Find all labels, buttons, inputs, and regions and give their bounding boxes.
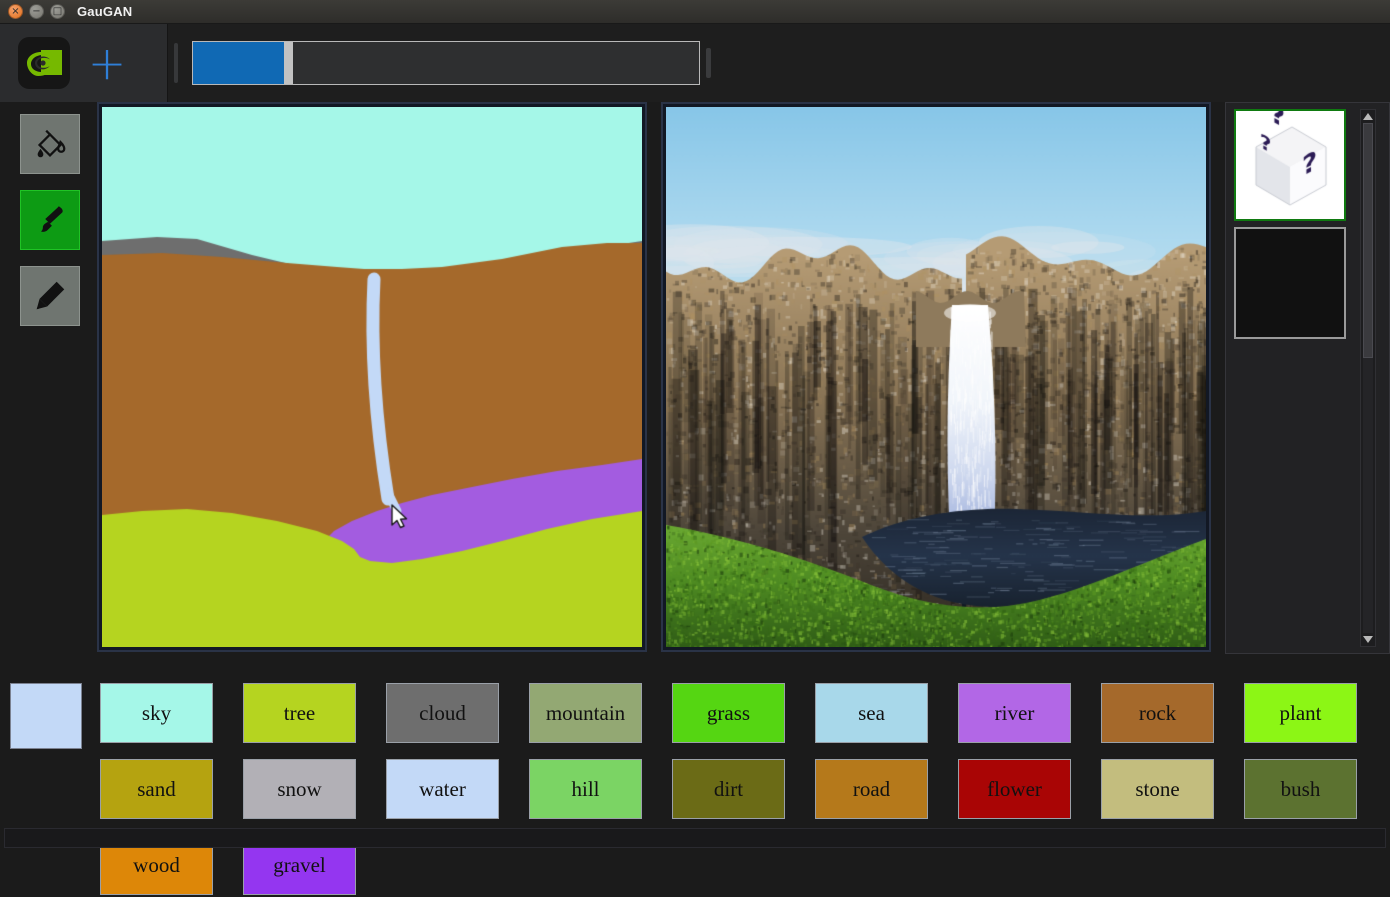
palette-swatch-label: sea	[858, 700, 885, 725]
slider-fill	[193, 42, 285, 84]
style-thumbnail-panel	[1225, 102, 1390, 654]
palette-swatch-label: river	[994, 700, 1035, 725]
style-sunset-coast-image	[1236, 229, 1345, 337]
style-thumbnail-list[interactable]	[1234, 109, 1352, 647]
window-maximize-button[interactable]: □	[50, 4, 65, 19]
palette-swatch-label: hill	[571, 776, 600, 801]
scrollbar-thumb[interactable]	[1363, 123, 1374, 358]
palette-swatch-water[interactable]: water	[386, 759, 499, 819]
nvidia-eye-logo-icon	[18, 37, 70, 89]
scrollbar-track[interactable]	[1363, 123, 1374, 633]
palette-swatch-bush[interactable]: bush	[1244, 759, 1357, 819]
current-color-indicator[interactable]	[10, 683, 82, 749]
toolbar-divider	[174, 43, 178, 83]
output-canvas-frame	[661, 102, 1212, 652]
palette-swatch-sky[interactable]: sky	[100, 683, 213, 743]
palette-swatch-label: snow	[277, 776, 322, 801]
window-title: GauGAN	[77, 4, 133, 19]
toolbar-left-group: +	[0, 24, 168, 102]
palette-swatch-dirt[interactable]: dirt	[672, 759, 785, 819]
window-titlebar: × − □ GauGAN	[0, 0, 1390, 24]
palette-swatch-stone[interactable]: stone	[1101, 759, 1214, 819]
window-close-button[interactable]: ×	[8, 4, 23, 19]
paint-bucket-tool[interactable]	[20, 114, 80, 174]
scroll-down-arrow-icon[interactable]	[1363, 636, 1374, 643]
palette-swatch-grass[interactable]: grass	[672, 683, 785, 743]
random-style-image	[1236, 111, 1345, 219]
style-sunset-coast[interactable]	[1234, 227, 1347, 339]
segmentation-canvas-frame[interactable]	[97, 102, 648, 652]
progress-slider[interactable]	[192, 41, 700, 85]
palette-swatch-hill[interactable]: hill	[529, 759, 642, 819]
slider-handle[interactable]	[284, 42, 294, 84]
slider-track[interactable]	[293, 42, 699, 84]
palette-swatch-sea[interactable]: sea	[815, 683, 928, 743]
palette-swatch-road[interactable]: road	[815, 759, 928, 819]
palette-swatch-sand[interactable]: sand	[100, 759, 213, 819]
palette-swatch-label: sky	[141, 700, 172, 725]
window-minimize-button[interactable]: −	[29, 4, 44, 19]
segmentation-canvas[interactable]	[102, 107, 643, 647]
generated-output-canvas	[666, 107, 1207, 647]
palette-swatch-label: tree	[283, 700, 316, 725]
palette-swatch-tree[interactable]: tree	[243, 683, 356, 743]
toolbar-divider-right	[706, 48, 711, 78]
scroll-up-arrow-icon[interactable]	[1363, 113, 1374, 120]
palette-swatch-snow[interactable]: snow	[243, 759, 356, 819]
palette-swatch-label: wood	[133, 852, 180, 877]
palette-swatch-plant[interactable]: plant	[1244, 683, 1357, 743]
pencil-tool[interactable]	[20, 266, 80, 326]
palette-swatch-label: rock	[1138, 700, 1177, 725]
add-new-button[interactable]: +	[84, 40, 130, 86]
top-toolbar: +	[0, 24, 1390, 102]
palette-swatch-label: water	[419, 776, 466, 801]
palette-swatch-label: sand	[137, 776, 176, 801]
palette-swatch-label: road	[852, 776, 891, 801]
random-style[interactable]	[1234, 109, 1347, 221]
palette-swatch-label: cloud	[419, 700, 466, 725]
palette-swatch-label: plant	[1279, 700, 1322, 725]
palette-swatch-flower[interactable]: flower	[958, 759, 1071, 819]
palette-swatch-label: gravel	[273, 852, 326, 877]
palette-swatch-mountain[interactable]: mountain	[529, 683, 642, 743]
palette-swatch-label: grass	[706, 700, 751, 725]
palette-swatch-label: stone	[1135, 776, 1180, 801]
palette-swatch-river[interactable]: river	[958, 683, 1071, 743]
palette-swatch-label: flower	[987, 776, 1042, 801]
palette-swatch-rock[interactable]: rock	[1101, 683, 1214, 743]
thumbnail-scrollbar[interactable]	[1360, 109, 1377, 647]
palette-swatch-label: mountain	[545, 700, 626, 725]
color-palette: sky tree cloud mountain grass sea river rock pla…	[0, 674, 1390, 895]
palette-swatch-label: dirt	[713, 776, 744, 801]
status-bar	[4, 828, 1386, 848]
brush-tool[interactable]	[20, 190, 80, 250]
palette-swatch-grid[interactable]: sky tree cloud mountain grass sea river rock pla…	[100, 683, 1372, 897]
main-area	[0, 102, 1390, 672]
palette-swatch-cloud[interactable]: cloud	[386, 683, 499, 743]
palette-swatch-label: bush	[1280, 776, 1321, 801]
tool-column	[0, 102, 97, 326]
